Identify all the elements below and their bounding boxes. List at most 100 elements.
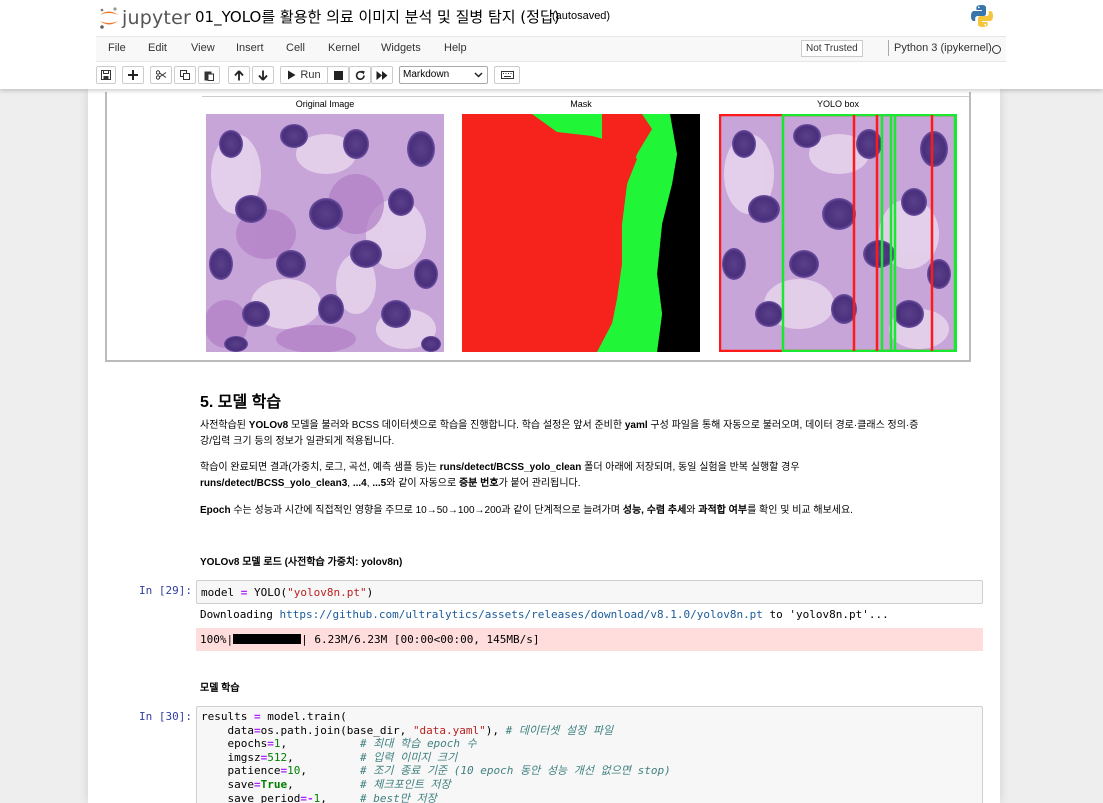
text: 강/입력 크기 등의 정보가 일관되게 적용됩니다. bbox=[200, 436, 395, 447]
code-op: = bbox=[253, 777, 261, 791]
command-palette-button[interactable] bbox=[494, 66, 520, 84]
code-number: 10 bbox=[287, 764, 301, 778]
paragraph-1: 사전학습된 YOLOv8 모델을 불러와 BCSS 데이터셋으로 학습을 진행합… bbox=[200, 418, 970, 450]
code-comment: # 입력 이미지 크기 bbox=[359, 750, 458, 764]
text: 를 확인 및 비교 해보세요. bbox=[747, 505, 853, 516]
code-comment: # 데이터셋 설정 파일 bbox=[505, 723, 614, 737]
jupyter-logo-text: jupyter bbox=[122, 7, 191, 29]
text-bold: Epoch bbox=[200, 505, 231, 516]
code: , bbox=[287, 750, 360, 764]
progress-suffix: | 6.23M/6.23M [00:00<00:00, 145MB/s] bbox=[301, 633, 540, 646]
text-bold: 과적합 여부 bbox=[698, 505, 748, 516]
copy-button[interactable] bbox=[174, 66, 196, 84]
scissors-icon bbox=[155, 70, 166, 80]
progress-output: 100%| | 6.23M/6.23M [00:00<00:00, 145MB/s… bbox=[196, 628, 983, 651]
run-button[interactable]: Run bbox=[280, 66, 328, 84]
cell-type-value: Markdown bbox=[403, 69, 450, 80]
input-prompt: In [29]: bbox=[139, 584, 192, 597]
subheading-training: 모델 학습 bbox=[200, 683, 240, 694]
menu-widgets[interactable]: Widgets bbox=[381, 42, 421, 54]
text: 가 붙어 관리됩니다. bbox=[498, 478, 581, 489]
code-comment: # best만 저장 bbox=[359, 791, 437, 803]
copy-icon bbox=[180, 70, 190, 80]
arrow-up-icon bbox=[234, 69, 244, 80]
notebook-title[interactable]: 01_YOLO를 활용한 의료 이미지 분석 및 질병 탐지 (정답) bbox=[195, 6, 560, 27]
section-heading: 5. 모델 학습 bbox=[200, 394, 282, 411]
download-output: Downloading https://github.com/ultralyti… bbox=[200, 608, 889, 621]
restart-button[interactable] bbox=[349, 66, 371, 84]
notebook-header: jupyter 01_YOLO를 활용한 의료 이미지 분석 및 질병 탐지 (… bbox=[0, 0, 1103, 89]
code-cell-29[interactable]: model = YOLO("yolov8n.pt") bbox=[196, 580, 983, 604]
code: model.train( bbox=[260, 710, 347, 723]
code-op: = bbox=[253, 710, 261, 723]
jupyter-logo[interactable]: jupyter bbox=[98, 6, 191, 30]
move-down-button[interactable] bbox=[252, 66, 274, 84]
menu-view[interactable]: View bbox=[191, 42, 215, 54]
download-link[interactable]: https://github.com/ultralytics/assets/re… bbox=[279, 608, 762, 621]
code: , bbox=[320, 791, 360, 803]
jupyter-logo-icon bbox=[100, 7, 118, 29]
save-button[interactable] bbox=[96, 66, 116, 84]
code: results bbox=[201, 710, 254, 723]
menu-insert[interactable]: Insert bbox=[236, 42, 264, 54]
trusted-indicator[interactable]: Not Trusted bbox=[801, 40, 863, 57]
paste-button[interactable] bbox=[198, 66, 220, 84]
text: 폴더 아래에 저장되며, 동일 실험을 반복 실행할 경우 bbox=[581, 462, 800, 473]
subheading-model-load: YOLOv8 모델 로드 (사전학습 가중치: yolov8n) bbox=[200, 557, 403, 568]
arrow-down-icon bbox=[258, 70, 268, 81]
menu-cell[interactable]: Cell bbox=[286, 42, 305, 54]
menu-kernel[interactable]: Kernel bbox=[328, 42, 360, 54]
code: ), bbox=[485, 723, 506, 737]
move-up-button[interactable] bbox=[228, 66, 250, 84]
plus-icon bbox=[128, 70, 138, 80]
code: , bbox=[300, 764, 360, 778]
notebook-container: Original Image Mask YOLO box 5. 모델 학습 사전… bbox=[88, 89, 1000, 803]
figure-scroll-area[interactable]: Original Image Mask YOLO box bbox=[202, 96, 969, 360]
save-icon bbox=[101, 70, 111, 80]
code: , bbox=[280, 737, 360, 751]
insert-cell-button[interactable] bbox=[122, 66, 144, 84]
text-bold: 증분 번호 bbox=[458, 478, 499, 489]
save-status: (autosaved) bbox=[552, 10, 611, 22]
menu-help[interactable]: Help bbox=[444, 42, 467, 54]
figure-title-mask: Mask bbox=[570, 99, 592, 109]
paste-icon bbox=[204, 71, 214, 81]
code-keyword: True bbox=[260, 777, 288, 791]
text-bold: runs/detect/BCSS_yolo_clean bbox=[439, 462, 582, 473]
play-icon bbox=[288, 70, 296, 80]
chevron-down-icon bbox=[474, 72, 483, 78]
text-bold: runs/detect/BCSS_yolo_clean3 bbox=[200, 478, 348, 489]
restart-run-all-button[interactable] bbox=[371, 66, 393, 84]
cell-type-select[interactable]: Markdown bbox=[399, 66, 488, 84]
kernel-idle-icon bbox=[992, 45, 1001, 54]
code: , bbox=[287, 777, 360, 791]
fast-forward-icon bbox=[376, 70, 388, 80]
input-prompt: In [30]: bbox=[139, 710, 192, 723]
progress-prefix: 100%| bbox=[200, 633, 234, 646]
yolo-box-image bbox=[719, 114, 957, 352]
figure-title-yolo: YOLO box bbox=[816, 99, 860, 109]
text: 모델을 불러와 BCSS 데이터셋으로 학습을 진행합니다. 학습 설정은 앞서… bbox=[288, 420, 625, 431]
code: YOLO( bbox=[247, 586, 288, 599]
code: model bbox=[201, 586, 241, 599]
text: 구성 파일을 통해 자동으로 불러오며, 데이터 경로·클래스 정의·증 bbox=[647, 420, 919, 431]
text-bold: ...5 bbox=[372, 478, 387, 489]
code-string: "data.yaml" bbox=[412, 723, 486, 737]
mask-image bbox=[462, 114, 700, 352]
text: 와 같이 자동으로 bbox=[386, 478, 459, 489]
menu-edit[interactable]: Edit bbox=[148, 42, 167, 54]
interrupt-button[interactable] bbox=[327, 66, 349, 84]
code: save_period bbox=[201, 791, 301, 803]
text-bold: yaml bbox=[624, 420, 648, 431]
code-op: = bbox=[253, 723, 261, 737]
code-string: "yolov8n.pt" bbox=[287, 586, 367, 599]
figure-title-original: Original Image bbox=[295, 99, 355, 109]
menu-file[interactable]: File bbox=[108, 42, 126, 54]
text: 사전학습된 bbox=[200, 420, 249, 431]
code-cell-30[interactable]: results = model.train( data=os.path.join… bbox=[196, 706, 983, 803]
text-bold: ...4 bbox=[352, 478, 367, 489]
menu-bar: File Edit View Insert Cell Kernel Widget… bbox=[96, 36, 1006, 62]
code-op: =- bbox=[300, 791, 314, 803]
cut-button[interactable] bbox=[150, 66, 172, 84]
code-number: 512 bbox=[267, 750, 288, 764]
